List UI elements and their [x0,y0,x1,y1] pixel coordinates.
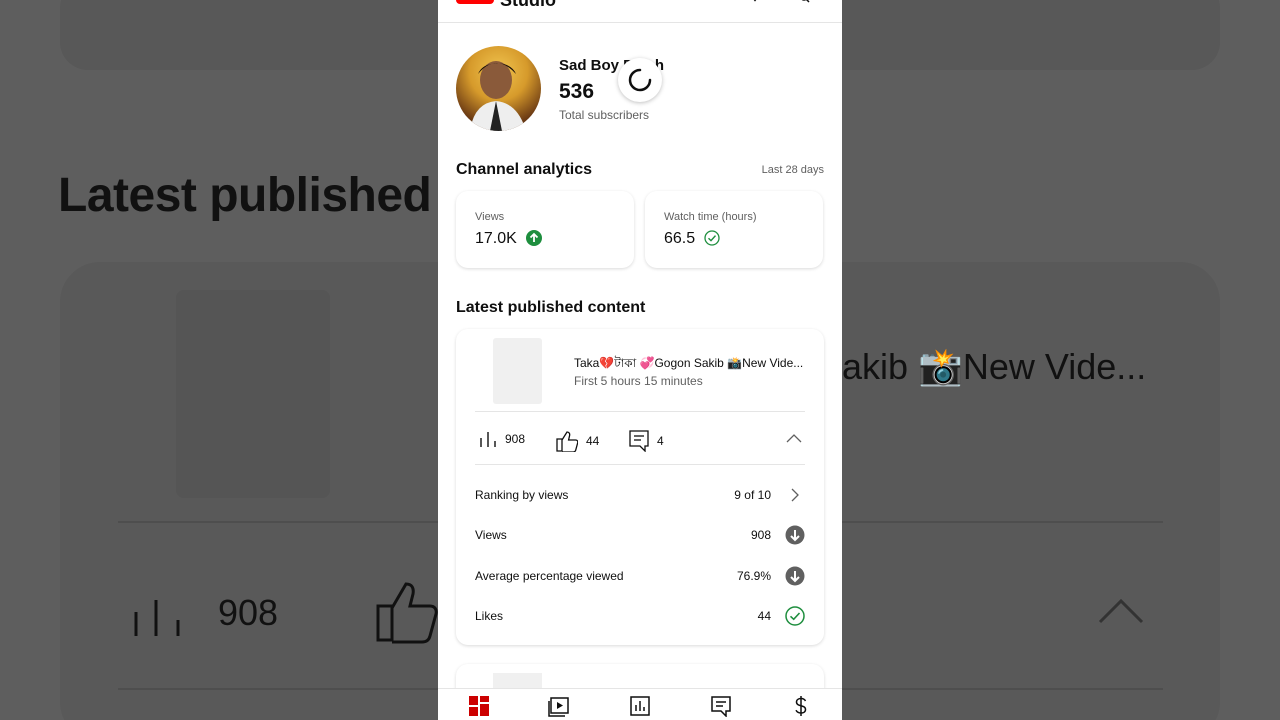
likes-row-value: 44 [757,609,771,623]
watch-time-label: Watch time (hours) [664,211,757,223]
loading-spinner-icon [618,58,662,102]
chevron-up-icon[interactable] [786,433,802,443]
app-bar: Studio [438,0,842,23]
chevron-right-icon[interactable] [791,488,799,502]
background-thumbnail [176,290,330,498]
analytics-period: Last 28 days [761,164,824,176]
latest-content-title: Latest published content [456,299,646,316]
likes-row-label: Likes [475,609,504,623]
video-title[interactable]: Taka💔টাকা 💞Gogon Sakib 📸New Vide... [574,355,810,375]
background-views: 908 [218,592,279,633]
earn-icon[interactable] [790,695,812,717]
video-thumbnail[interactable] [493,338,542,404]
views-row-label: Views [475,528,507,542]
avg-percentage-value: 76.9% [736,569,771,583]
avg-percentage-row: Average percentage viewed 76.9% [475,566,805,586]
views-value: 17.0K [475,230,517,247]
video-subtitle: First 5 hours 15 minutes [574,374,703,388]
views-icon [134,600,180,636]
latest-content-card: Taka💔টাকা 💞Gogon Sakib 📸New Vide... Firs… [456,329,824,645]
subscriber-count: 536 [559,80,595,103]
arrow-down-circle-icon [785,566,805,586]
arrow-down-circle-icon [785,525,805,545]
bottom-navigation [438,688,842,720]
video-likes-metric: 44 [556,430,599,452]
divider [475,411,805,412]
analytics-icon[interactable] [629,695,651,717]
channel-avatar[interactable] [456,46,541,131]
thumb-up-icon [376,582,438,644]
avatar-photo [470,61,526,131]
chevron-up-icon [1098,598,1144,624]
video-views-count: 908 [505,432,526,446]
thumb-up-icon [556,431,578,452]
views-row-value: 908 [750,528,771,542]
ranking-row[interactable]: Ranking by views 9 of 10 [475,485,805,505]
video-views-metric: 908 [479,430,525,448]
app-title: Studio [500,0,556,10]
comments-icon[interactable] [710,695,732,717]
ranking-label: Ranking by views [475,488,569,502]
check-circle-icon [704,230,720,246]
views-row: Views 908 [475,525,805,545]
dashboard-icon[interactable] [468,695,490,717]
account-switcher-icon[interactable] [750,0,760,4]
search-icon[interactable] [800,0,810,4]
arrow-up-circle-icon [526,230,542,246]
views-icon [480,432,496,447]
video-comments-metric: 4 [629,430,664,452]
ranking-value: 9 of 10 [734,488,771,502]
likes-row: Likes 44 [475,606,805,626]
check-circle-icon [785,606,805,626]
background-video-title: akib 📸New Vide... [842,346,1147,387]
video-comments-count: 4 [657,434,664,448]
subscriber-label: Total subscribers [559,108,650,122]
views-label: Views [475,211,505,223]
divider [475,464,805,465]
watch-time-stat-card[interactable]: Watch time (hours) 66.5 [645,191,823,268]
avg-percentage-label: Average percentage viewed [475,569,624,583]
watch-time-value: 66.5 [664,230,696,247]
studio-app: Studio Sad Boy R esh 536 Total subscribe… [438,0,842,720]
content-icon[interactable] [548,695,570,717]
video-likes-count: 44 [586,434,600,448]
background-title: Latest published [58,169,432,222]
channel-analytics-title: Channel analytics [456,161,593,178]
studio-logo-icon[interactable] [456,0,494,4]
views-stat-card[interactable]: Views 17.0K [456,191,634,268]
comment-icon [629,430,649,452]
